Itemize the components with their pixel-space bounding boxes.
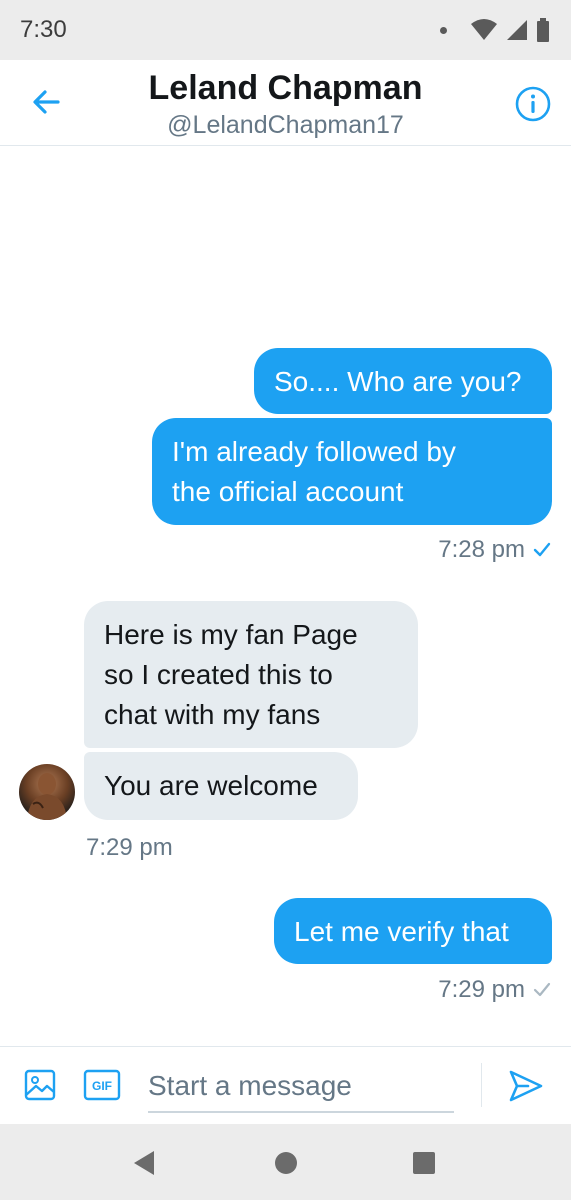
message-timestamp: 7:28 pm [438,536,551,564]
message-text: You are welcome [104,770,318,801]
image-icon[interactable] [24,1069,56,1101]
back-triangle-icon[interactable] [130,1149,158,1177]
message-timestamp: 7:29 pm [86,834,173,861]
message-bubble-incoming[interactable]: You are welcome [84,752,358,820]
message-input[interactable] [148,1061,454,1113]
avatar[interactable] [19,764,75,820]
composer-divider [481,1063,482,1107]
checkmark-icon [533,982,551,997]
system-navigation-bar [0,1124,571,1200]
message-bubble-outgoing[interactable]: So.... Who are you? [254,348,552,414]
status-time: 7:30 [20,16,67,43]
info-icon[interactable] [514,85,552,123]
conversation-header: Leland Chapman @LelandChapman17 [0,60,571,146]
message-text-line: so I created this to [104,659,333,690]
contact-handle: @LelandChapman17 [167,111,404,139]
notification-dot-icon [440,26,447,34]
svg-text:GIF: GIF [92,1079,112,1093]
recents-square-icon[interactable] [411,1150,437,1176]
status-icons [440,18,549,42]
message-text-line: chat with my fans [104,699,321,730]
message-text: Let me verify that [294,916,509,947]
message-text: So.... Who are you? [274,366,522,397]
home-circle-icon[interactable] [272,1149,300,1177]
avatar-image [27,773,67,820]
message-bubble-outgoing[interactable]: I'm already followed by the official acc… [152,418,552,525]
message-timestamp: 7:29 pm [438,976,551,1004]
gif-icon[interactable]: GIF [83,1069,121,1101]
checkmark-icon [533,542,551,557]
message-bubble-outgoing[interactable]: Let me verify that [274,898,552,964]
contact-name: Leland Chapman [148,69,423,107]
header-title-block[interactable]: Leland Chapman @LelandChapman17 [0,66,571,140]
message-text-line: Here is my fan Page [104,619,358,650]
wifi-icon [471,19,497,40]
message-text-line: I'm already followed by [172,436,456,467]
message-bubble-incoming[interactable]: Here is my fan Page so I created this to… [84,601,418,748]
battery-icon [537,18,549,42]
message-composer: GIF [0,1046,571,1124]
send-icon[interactable] [508,1069,544,1103]
signal-icon [507,20,527,40]
status-bar: 7:30 [0,0,571,60]
message-text-line: the official account [172,476,404,507]
